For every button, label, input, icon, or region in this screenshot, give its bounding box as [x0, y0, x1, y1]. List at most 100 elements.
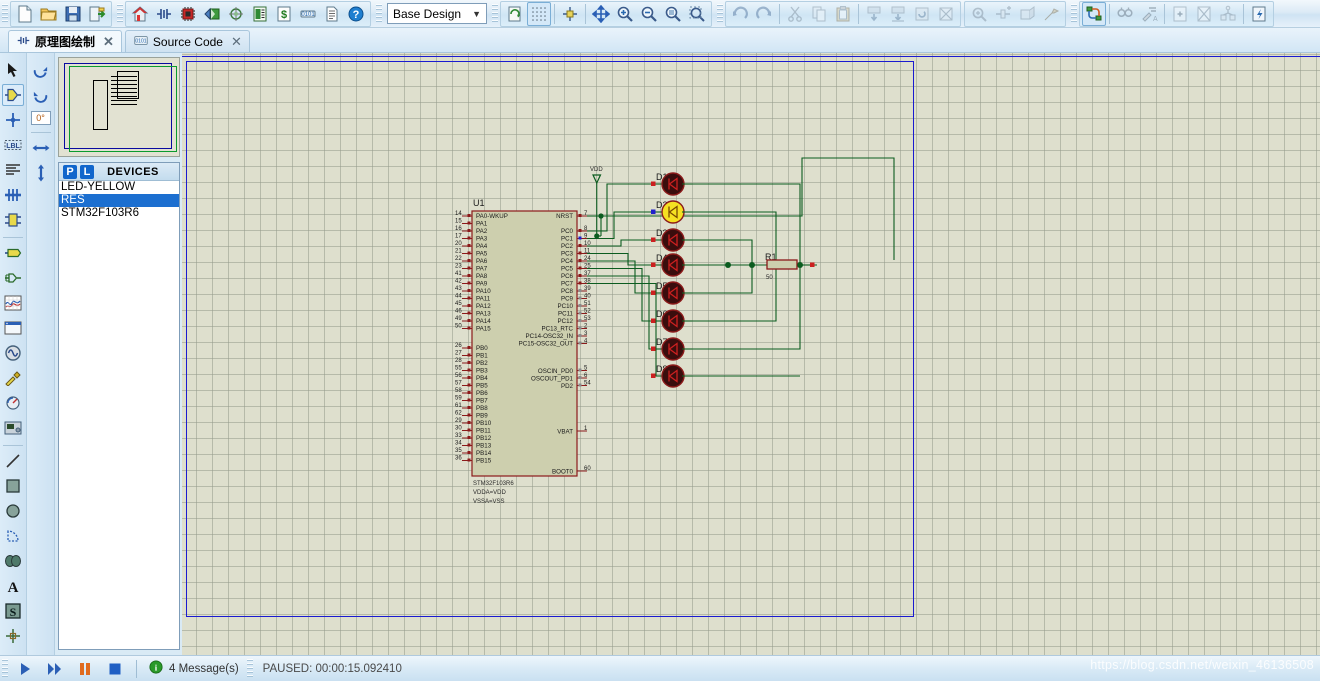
list-item[interactable]: LED-YELLOW	[59, 181, 179, 194]
current-probe-icon[interactable]	[2, 392, 24, 414]
mirror-horizontal-icon[interactable]	[30, 137, 52, 159]
zoom-area-icon[interactable]	[685, 2, 709, 26]
toolbar-grip[interactable]	[376, 4, 382, 24]
block-rotate-icon[interactable]	[910, 2, 934, 26]
close-icon[interactable]: ✕	[228, 34, 242, 50]
led-d6[interactable]: D6	[651, 309, 692, 332]
led-d8[interactable]: D8	[651, 364, 692, 387]
device-pin-icon[interactable]	[2, 267, 24, 289]
list-item[interactable]: STM32F103R6	[59, 207, 179, 220]
rotation-angle-field[interactable]: 0°	[31, 111, 51, 125]
subcircuit-icon[interactable]	[2, 209, 24, 231]
symbol-icon[interactable]: S	[2, 600, 24, 622]
copy-icon[interactable]	[807, 2, 831, 26]
toolbar-grip[interactable]	[117, 4, 123, 24]
help-icon[interactable]: ?	[344, 2, 368, 26]
rotate-anticlockwise-icon[interactable]	[30, 86, 52, 108]
play-icon[interactable]	[10, 658, 40, 680]
line-icon[interactable]	[2, 450, 24, 472]
tab-schematic[interactable]: 原理图绘制 ✕	[8, 30, 122, 52]
led-d1[interactable]: D1	[651, 172, 692, 195]
voltage-probe-icon[interactable]	[2, 367, 24, 389]
bill-of-materials-icon[interactable]: $	[272, 2, 296, 26]
marker-icon[interactable]	[2, 625, 24, 647]
led-d3[interactable]: D3	[651, 228, 692, 251]
toolbar-grip[interactable]	[717, 4, 723, 24]
report-icon[interactable]	[320, 2, 344, 26]
make-device-icon[interactable]	[991, 2, 1015, 26]
message-count-indicator[interactable]: i 4 Message(s)	[143, 660, 245, 677]
package-tool-icon[interactable]	[1015, 2, 1039, 26]
home-icon[interactable]	[128, 2, 152, 26]
status-grip[interactable]	[2, 659, 8, 679]
junction-dot-icon[interactable]	[2, 109, 24, 131]
bus-icon[interactable]	[2, 184, 24, 206]
box-icon[interactable]	[2, 475, 24, 497]
toggle-grid-icon[interactable]	[527, 2, 551, 26]
gerber-viewer-icon[interactable]	[224, 2, 248, 26]
tape-recorder-icon[interactable]	[2, 317, 24, 339]
mcu-u1[interactable]: U1	[455, 198, 591, 505]
selection-mode-icon[interactable]	[2, 59, 24, 81]
stop-icon[interactable]	[100, 658, 130, 680]
exit-sheet-icon[interactable]	[1216, 2, 1240, 26]
circle-icon[interactable]	[2, 500, 24, 522]
zoom-in-icon[interactable]	[613, 2, 637, 26]
virtual-instrument-icon[interactable]	[2, 417, 24, 439]
zoom-all-icon[interactable]	[661, 2, 685, 26]
close-icon[interactable]: ✕	[100, 34, 114, 50]
search-tag-icon[interactable]	[1113, 2, 1137, 26]
decompose-icon[interactable]	[1039, 2, 1063, 26]
pick-device-p-button[interactable]: P	[63, 165, 77, 179]
source-code-icon[interactable]	[248, 2, 272, 26]
path-icon[interactable]	[2, 550, 24, 572]
led-d2[interactable]: D2	[651, 200, 692, 223]
remove-sheet-icon[interactable]	[1192, 2, 1216, 26]
pick-device-icon[interactable]	[967, 2, 991, 26]
new-sheet-icon[interactable]	[1168, 2, 1192, 26]
component-mode-icon[interactable]	[2, 84, 24, 106]
pcb-layout-icon[interactable]	[176, 2, 200, 26]
bom-report-icon[interactable]	[1247, 2, 1271, 26]
origin-icon[interactable]	[558, 2, 582, 26]
redo-icon[interactable]	[752, 2, 776, 26]
arc-icon[interactable]	[2, 525, 24, 547]
toolbar-grip[interactable]	[492, 4, 498, 24]
led-d5[interactable]: D5	[651, 281, 692, 304]
toolbar-grip[interactable]	[1071, 4, 1077, 24]
property-assignment-icon[interactable]: A	[1137, 2, 1161, 26]
resistor-r1[interactable]: R1 50	[765, 252, 817, 281]
overview-preview-pane[interactable]	[58, 57, 180, 157]
wire-autorouter-icon[interactable]	[1082, 2, 1106, 26]
toolbar-grip[interactable]	[2, 4, 8, 24]
step-icon[interactable]	[40, 658, 70, 680]
block-move-icon[interactable]	[886, 2, 910, 26]
design-mode-select[interactable]: Base Design ▼	[387, 3, 487, 24]
led-d4[interactable]: D4	[651, 253, 692, 276]
cut-icon[interactable]	[783, 2, 807, 26]
library-l-button[interactable]: L	[80, 165, 94, 179]
paste-icon[interactable]	[831, 2, 855, 26]
schematic-canvas[interactable]: .pl{font-family:"Liberation Sans",sans-s…	[182, 53, 1320, 655]
tab-source-code[interactable]: 0101 Source Code ✕	[125, 30, 250, 52]
design-explorer-icon[interactable]: 0101	[296, 2, 320, 26]
redraw-icon[interactable]	[503, 2, 527, 26]
pause-icon[interactable]	[70, 658, 100, 680]
block-delete-icon[interactable]	[934, 2, 958, 26]
save-icon[interactable]	[61, 2, 85, 26]
import-export-icon[interactable]	[85, 2, 109, 26]
status-grip[interactable]	[247, 659, 253, 679]
3d-visualizer-icon[interactable]	[200, 2, 224, 26]
pan-icon[interactable]	[589, 2, 613, 26]
rotate-clockwise-icon[interactable]	[30, 61, 52, 83]
wire-label-icon[interactable]: LBL	[2, 134, 24, 156]
zoom-out-icon[interactable]	[637, 2, 661, 26]
list-item[interactable]: RES	[59, 194, 179, 207]
mirror-vertical-icon[interactable]	[30, 162, 52, 184]
graph-icon[interactable]	[2, 292, 24, 314]
block-copy-icon[interactable]	[862, 2, 886, 26]
text-icon[interactable]: A	[2, 575, 24, 597]
generator-icon[interactable]	[2, 342, 24, 364]
new-file-icon[interactable]	[13, 2, 37, 26]
schematic-capture-icon[interactable]	[152, 2, 176, 26]
